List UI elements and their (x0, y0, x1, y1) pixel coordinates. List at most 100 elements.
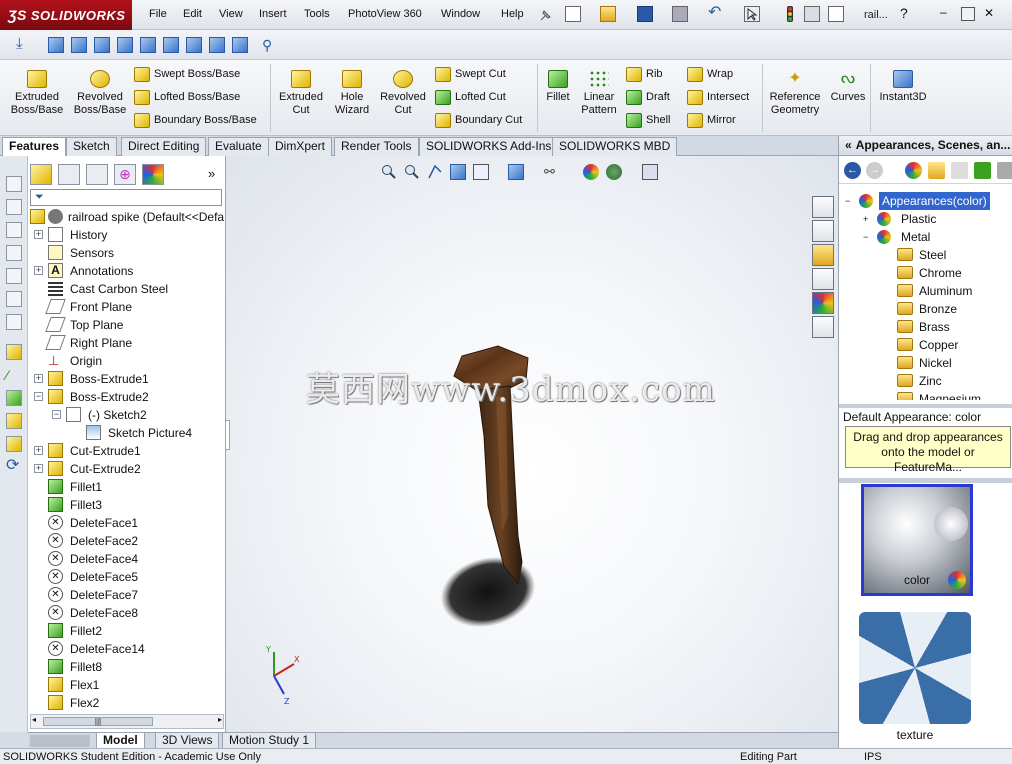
tab-addins[interactable]: SOLIDWORKS Add-Ins (419, 137, 559, 156)
save-icon[interactable] (637, 6, 653, 22)
traffic-light-icon[interactable] (782, 6, 798, 22)
close-button[interactable]: ✕ (984, 7, 998, 21)
view-isometric-icon[interactable] (186, 37, 202, 53)
select-arrow-icon[interactable] (744, 6, 760, 22)
hole-wizard-button[interactable]: Hole Wizard (330, 70, 374, 117)
fillet-button[interactable]: Fillet (541, 70, 575, 104)
file-explorer-icon[interactable] (812, 244, 834, 266)
revolved-boss-button[interactable]: Revolved Boss/Base (72, 70, 128, 117)
design-library-icon[interactable] (812, 220, 834, 242)
boundary-boss-button[interactable]: Boundary Boss/Base (132, 112, 257, 130)
cube-icon[interactable] (6, 245, 22, 261)
shell-button[interactable]: Shell (624, 112, 670, 130)
appearances-scenes-icon[interactable] (812, 292, 834, 314)
menu-insert[interactable]: Insert (259, 8, 287, 20)
view-top-icon[interactable] (140, 37, 156, 53)
tab-3d-views[interactable]: 3D Views (155, 733, 220, 749)
tab-scroll-arrows[interactable] (30, 735, 90, 747)
swept-boss-button[interactable]: Swept Boss/Base (132, 66, 240, 84)
cube-icon[interactable] (6, 291, 22, 307)
instant3d-button[interactable]: Instant3D (876, 70, 930, 104)
appearance-icon[interactable] (905, 162, 922, 179)
boundary-cut-button[interactable]: Boundary Cut (433, 112, 522, 130)
menu-tools[interactable]: Tools (304, 8, 330, 20)
tab-features[interactable]: Features (2, 137, 67, 157)
collapse-icon[interactable]: − (845, 192, 850, 210)
cube-icon[interactable] (6, 314, 22, 330)
feature-icon[interactable] (6, 436, 22, 452)
expand-icon[interactable]: + (863, 210, 868, 228)
graphics-viewport[interactable]: ⚯ – ✕ (226, 156, 838, 732)
swept-cut-button[interactable]: Swept Cut (433, 66, 506, 84)
collapse-pane-icon[interactable]: « (845, 138, 852, 152)
more-icon[interactable] (997, 162, 1012, 179)
zoom-to-fit-icon[interactable] (381, 164, 397, 180)
expand-chevron-icon[interactable]: » (208, 166, 215, 181)
cube-icon[interactable] (6, 199, 22, 215)
curves-button[interactable]: ᔓ Curves (828, 70, 868, 104)
tab-evaluate[interactable]: Evaluate (208, 137, 269, 156)
undo-icon[interactable]: ↶ (708, 5, 724, 22)
cube-icon[interactable] (6, 176, 22, 192)
display-manager-tab-icon[interactable] (142, 164, 164, 185)
reference-geometry-button[interactable]: ✦ Reference Geometry (766, 70, 824, 117)
view-orientation-icon[interactable] (473, 164, 489, 180)
cube-icon[interactable] (6, 222, 22, 238)
extruded-boss-button[interactable]: Extruded Boss/Base (8, 70, 66, 117)
relations-icon[interactable] (6, 390, 22, 406)
dimxpert-manager-tab-icon[interactable]: ⊕ (114, 164, 136, 185)
linear-pattern-button[interactable]: Linear Pattern (578, 70, 620, 117)
solidworks-logo[interactable]: ƷS SOLIDWORKS (0, 0, 132, 30)
feature-icon[interactable] (6, 413, 22, 429)
scroll-left-icon[interactable]: ◂ (32, 715, 36, 724)
viewport-expand-icon[interactable] (716, 156, 732, 158)
back-icon[interactable]: ← (844, 162, 861, 179)
lofted-boss-button[interactable]: Lofted Boss/Base (132, 89, 240, 107)
view-left-icon[interactable] (94, 37, 110, 53)
menu-edit[interactable]: Edit (183, 8, 202, 20)
menu-help[interactable]: Help (501, 8, 524, 20)
options-icon[interactable] (828, 6, 844, 22)
view-back-icon[interactable] (71, 37, 87, 53)
menu-window[interactable]: Window (441, 8, 480, 20)
pin-icon[interactable] (538, 7, 554, 23)
draft-button[interactable]: Draft (624, 89, 670, 107)
panel-collapse-handle[interactable]: ‹ (226, 420, 230, 450)
hide-show-items-icon[interactable]: ⚯ (544, 164, 560, 180)
file-properties-icon[interactable] (804, 6, 820, 22)
property-manager-tab-icon[interactable] (58, 164, 80, 185)
collapse-icon[interactable]: − (863, 228, 868, 246)
expand-icon[interactable]: + (34, 374, 43, 383)
lofted-cut-button[interactable]: Lofted Cut (433, 89, 506, 107)
refresh-icon[interactable] (974, 162, 991, 179)
expand-icon[interactable]: + (34, 446, 43, 455)
tab-dimxpert[interactable]: DimXpert (268, 137, 333, 156)
expand-icon[interactable]: + (34, 230, 43, 239)
appearance-swatch-texture[interactable] (859, 612, 971, 724)
cube-icon[interactable] (6, 268, 22, 284)
link-view-icon[interactable]: ⚲ (262, 37, 278, 53)
extruded-cut-button[interactable]: Extruded Cut (276, 70, 326, 117)
view-right-icon[interactable] (117, 37, 133, 53)
folder-icon[interactable] (951, 162, 968, 179)
solidworks-resources-icon[interactable] (812, 196, 834, 218)
new-document-icon[interactable] (565, 6, 581, 22)
scrollbar-thumb[interactable]: ||| (43, 717, 153, 726)
apply-scene-icon[interactable] (606, 164, 622, 180)
status-units[interactable]: IPS (864, 749, 882, 764)
minimize-button[interactable]: – (940, 6, 954, 21)
open-folder-icon[interactable] (600, 6, 616, 22)
wrap-button[interactable]: Wrap (685, 66, 733, 84)
restore-button[interactable] (961, 7, 975, 21)
configuration-manager-tab-icon[interactable] (86, 164, 108, 185)
tab-direct-editing[interactable]: Direct Editing (121, 137, 207, 156)
display-style-icon[interactable] (508, 164, 524, 180)
view-settings-icon[interactable] (642, 164, 658, 180)
previous-view-icon[interactable] (427, 164, 443, 180)
print-icon[interactable] (672, 6, 688, 22)
menu-file[interactable]: File (149, 8, 167, 20)
tab-model[interactable]: Model (96, 733, 145, 749)
view-dimetric-icon[interactable] (232, 37, 248, 53)
view-front-icon[interactable] (48, 37, 64, 53)
menu-view[interactable]: View (219, 8, 243, 20)
